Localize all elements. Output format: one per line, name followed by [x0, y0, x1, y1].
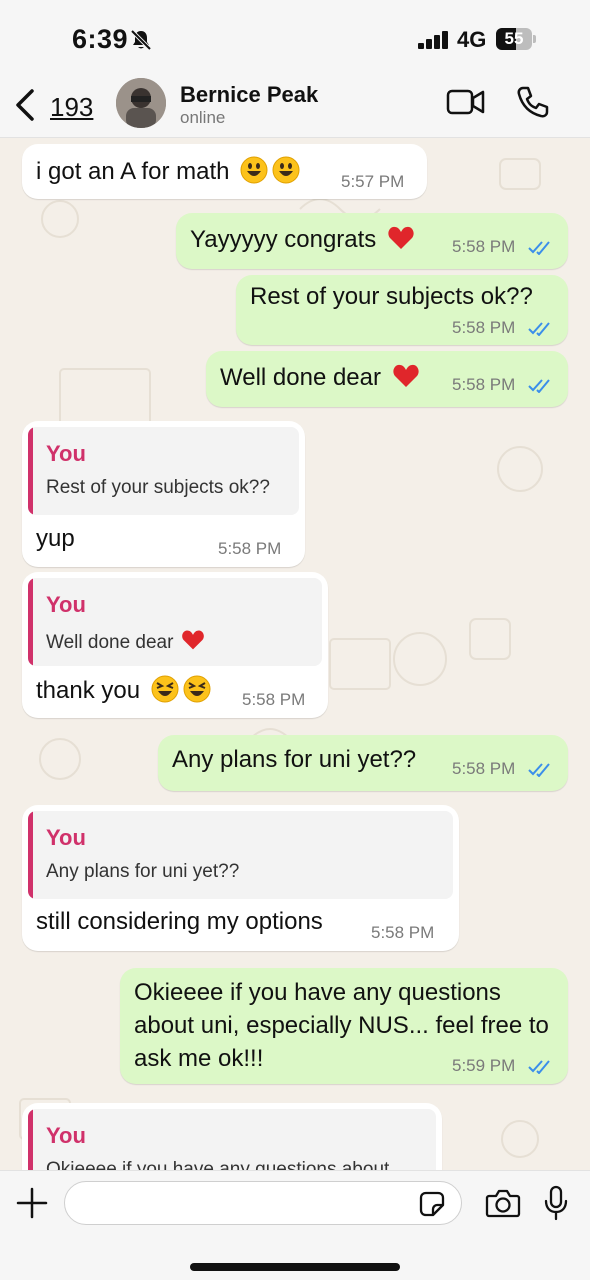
battery-icon: 55 [496, 28, 536, 50]
back-button[interactable]: 193 [14, 84, 100, 128]
quoted-text: Well done dear [46, 632, 174, 653]
camera-icon[interactable] [485, 1187, 521, 1219]
quoted-message[interactable]: You Rest of your subjects ok?? [28, 427, 299, 515]
message-text: still considering my options [36, 908, 323, 935]
laughing-face-icon [183, 675, 211, 703]
quoted-author: You [46, 592, 86, 617]
message-time: 5:57 PM [341, 172, 405, 191]
unread-count: 193 [50, 92, 94, 122]
double-check-icon [528, 763, 550, 777]
avatar[interactable] [116, 78, 166, 128]
chat-area[interactable]: i got an A for math 5:57 PM Yayyyyy cong… [0, 139, 590, 1170]
status-bar: 6:39 4G 55 [0, 0, 590, 78]
chevron-left-icon [16, 89, 34, 121]
message-text: i got an A for math [36, 158, 230, 185]
message-time: 5:58 PM [371, 923, 435, 942]
message-bubble-outgoing[interactable]: Well done dear 5:58 PM [206, 351, 568, 407]
message-bubble-incoming[interactable]: You Okieeee if you have any questions ab… [22, 1103, 442, 1170]
message-time: 5:58 PM [452, 318, 516, 337]
quoted-author: You [46, 1123, 86, 1148]
red-heart-icon [388, 226, 414, 249]
status-time: 6:39 [72, 24, 129, 54]
message-text: Well done dear [220, 364, 381, 391]
message-bubble-incoming[interactable]: i got an A for math 5:57 PM [22, 144, 427, 199]
quoted-message[interactable]: You Well done dear [28, 578, 322, 666]
microphone-icon[interactable] [542, 1185, 570, 1221]
double-check-icon [528, 379, 550, 393]
message-bubble-outgoing[interactable]: Yayyyyy congrats 5:58 PM [176, 213, 568, 269]
network-type: 4G [457, 27, 487, 52]
message-text: Yayyyyy congrats [190, 226, 377, 253]
plus-icon[interactable] [14, 1185, 50, 1221]
phone-icon[interactable] [514, 84, 550, 120]
message-bubble-incoming[interactable]: You Well done dear thank you 5:58 PM [22, 572, 328, 718]
message-time: 5:58 PM [218, 539, 282, 558]
contact-name[interactable]: Bernice Peak [180, 82, 318, 108]
quoted-author: You [46, 825, 86, 850]
sticker-icon[interactable] [418, 1190, 446, 1218]
quoted-author: You [46, 441, 86, 466]
message-bubble-outgoing[interactable]: Any plans for uni yet?? 5:58 PM [158, 735, 568, 791]
cellular-signal-icon [418, 31, 450, 49]
double-check-icon [528, 1060, 550, 1074]
message-input[interactable] [64, 1181, 462, 1225]
battery-level: 55 [504, 29, 524, 48]
quoted-text: Okieeee if you have any questions about [46, 1159, 390, 1170]
message-bubble-incoming[interactable]: You Rest of your subjects ok?? yup 5:58 … [22, 421, 305, 567]
contact-status: online [180, 108, 226, 127]
bell-slash-icon [130, 29, 152, 51]
message-text: Any plans for uni yet?? [172, 746, 417, 773]
message-bubble-outgoing[interactable]: Okieeee if you have any questions about … [120, 968, 568, 1084]
quoted-message[interactable]: You Okieeee if you have any questions ab… [28, 1109, 436, 1170]
quoted-message[interactable]: You Any plans for uni yet?? [28, 811, 453, 899]
smiling-face-icon [240, 156, 268, 184]
message-time: 5:58 PM [242, 690, 306, 709]
avatar-image [116, 78, 166, 128]
quoted-text: Any plans for uni yet?? [46, 861, 240, 882]
quoted-text: Rest of your subjects ok?? [46, 477, 270, 498]
double-check-icon [528, 322, 550, 336]
laughing-face-icon [151, 675, 179, 703]
chat-header: 193 Bernice Peak online [0, 78, 590, 138]
double-check-icon [528, 241, 550, 255]
message-bubble-outgoing[interactable]: Rest of your subjects ok?? 5:58 PM [236, 275, 568, 345]
message-time: 5:58 PM [452, 237, 516, 256]
red-heart-icon [181, 630, 204, 650]
home-indicator [190, 1263, 400, 1271]
message-time: 5:58 PM [452, 375, 516, 394]
message-text: yup [36, 525, 75, 552]
message-text: Rest of your subjects ok?? [250, 283, 533, 310]
smiling-face-icon [272, 156, 300, 184]
message-bubble-incoming[interactable]: You Any plans for uni yet?? still consid… [22, 805, 459, 951]
red-heart-icon [393, 364, 419, 387]
message-text: thank you [36, 677, 141, 704]
composer-bar [0, 1170, 590, 1280]
message-time: 5:59 PM [452, 1056, 516, 1075]
video-call-icon[interactable] [446, 86, 486, 118]
message-time: 5:58 PM [452, 759, 516, 778]
